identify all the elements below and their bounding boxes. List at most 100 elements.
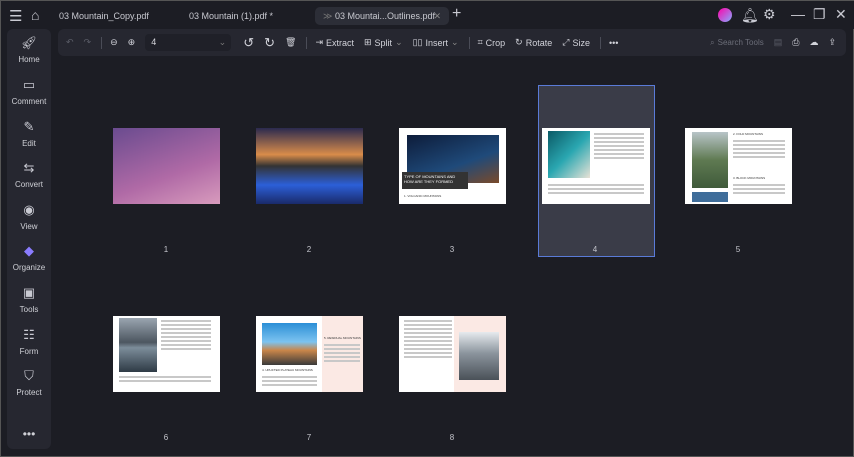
avatar[interactable] <box>718 8 732 22</box>
page-image <box>459 332 499 380</box>
sidebar-item-comment[interactable]: ▭ Comment <box>7 77 51 106</box>
page-subheading: 4. UPLIFTED PLATEAU MOUNTAINS <box>262 368 313 372</box>
rotate-label: Rotate <box>525 37 553 48</box>
extract-label: Extract <box>325 37 354 48</box>
sidebar-item-view[interactable]: ◉ View <box>7 202 51 231</box>
crop-button[interactable]: ⌗ Crop <box>478 37 506 48</box>
sidebar-item-protect[interactable]: ⛉ Protect <box>7 368 51 397</box>
more-icon[interactable]: ••• <box>7 427 51 441</box>
split-label: Split <box>374 37 393 48</box>
sidebar-item-organize[interactable]: ◆ Organize <box>7 243 51 272</box>
size-button[interactable]: ⤢ Size <box>562 37 590 48</box>
page-thumbnail-8[interactable] <box>399 316 506 392</box>
page-heading: TYPE OF MOUNTAINS AND HOW ARE THEY FORME… <box>402 172 468 189</box>
rotate-left-icon[interactable]: ↺ <box>243 35 254 51</box>
gear-icon[interactable]: ⚙ <box>763 6 776 23</box>
extract-icon: ⇥ <box>315 37 323 47</box>
sidebar-item-edit[interactable]: ✎ Edit <box>7 119 51 148</box>
title-bar: ☰ ⌂ 03 Mountain_Copy.pdf 03 Mountain (1)… <box>1 1 854 29</box>
chevron-down-icon: ⌄ <box>218 37 227 47</box>
rotate-button[interactable]: ↻ Rotate <box>515 37 552 48</box>
cloud-upload-icon[interactable]: ☁ <box>809 37 818 48</box>
page-thumbnail-1[interactable] <box>113 128 220 204</box>
page-number-label: 2 <box>306 245 312 254</box>
page-number-input[interactable]: 4 ⌄ <box>145 34 232 51</box>
split-button[interactable]: ⊞ Split ⌄ <box>364 37 403 48</box>
page-heading: 2. FOLD MOUNTAINS <box>733 132 763 136</box>
zoom-out-icon[interactable]: ⊖ <box>110 37 118 48</box>
page-image <box>548 131 590 178</box>
page-number-label: 6 <box>163 433 169 442</box>
page-image <box>692 132 728 188</box>
form-icon: ☷ <box>23 327 35 342</box>
crop-icon: ⌗ <box>477 37 483 47</box>
extract-button[interactable]: ⇥ Extract <box>315 37 354 48</box>
tab-mountain-1[interactable]: 03 Mountain (1).pdf * <box>181 7 281 25</box>
toolbox-icon: ▣ <box>22 285 36 300</box>
share-icon[interactable]: ⇪ <box>828 37 836 48</box>
search-icon: ⌕ <box>710 37 715 47</box>
page-number-label: 8 <box>449 433 455 442</box>
home-icon[interactable]: ⌂ <box>31 7 39 23</box>
sidebar-item-label: Home <box>18 55 40 64</box>
sidebar-item-form[interactable]: ☷ Form <box>7 327 51 356</box>
page-thumbnail-6[interactable] <box>113 316 220 392</box>
sidebar-item-label: Comment <box>11 97 47 106</box>
insert-icon: ▯▯ <box>412 37 423 47</box>
rocket-icon: 🚀︎ <box>20 35 38 50</box>
sidebar-item-convert[interactable]: ⇆ Convert <box>7 160 51 189</box>
bell-icon[interactable]: 🔔︎ <box>741 7 759 24</box>
search-tools-input[interactable]: ⌕ Search Tools <box>710 38 764 48</box>
sidebar-item-home[interactable]: 🚀︎ Home <box>7 35 51 64</box>
sidebar-item-label: Form <box>19 347 39 356</box>
restore-icon[interactable]: ❐ <box>813 6 826 23</box>
page-subheading: 1. VOLCANIC MOUNTAINS <box>404 194 442 198</box>
page-number-label: 3 <box>449 245 455 254</box>
insert-button[interactable]: ▯▯ Insert ⌄ <box>413 37 459 48</box>
close-icon[interactable]: ✕ <box>835 6 847 23</box>
page-number-label: 7 <box>306 433 312 442</box>
page-image <box>692 192 728 202</box>
page-thumbnail-7[interactable]: 5. RESIDUAL MOUNTAINS 4. UPLIFTED PLATEA… <box>256 316 363 392</box>
eye-icon: ◉ <box>23 202 35 217</box>
menu-icon[interactable]: ☰ <box>9 7 22 25</box>
page-image <box>119 318 157 372</box>
page-number-label: 4 <box>592 245 598 254</box>
sidebar-item-tools[interactable]: ▣ Tools <box>7 285 51 314</box>
page-number-label: 5 <box>735 245 741 254</box>
sidebar-item-label: Convert <box>14 180 43 189</box>
delete-icon[interactable]: 🗑︎ <box>285 37 296 48</box>
page-thumbnail-4[interactable] <box>542 128 650 204</box>
minimize-icon[interactable]: — <box>791 6 805 22</box>
sidebar-item-label: View <box>20 222 38 231</box>
sidebar: 🚀︎ Home ▭ Comment ✎ Edit ⇆ Convert ◉ View ◆ Or… <box>7 29 51 449</box>
search-placeholder: Search Tools <box>717 38 764 47</box>
sidebar-item-label: Protect <box>16 388 42 397</box>
redo-icon[interactable]: ↷ <box>84 37 92 48</box>
edit-icon: ✎ <box>23 119 35 134</box>
page-number-value: 4 <box>151 37 157 47</box>
page-thumbnail-5[interactable]: 2. FOLD MOUNTAINS 3. BLOCK MOUNTAINS <box>685 128 792 204</box>
page-thumbnail-2[interactable] <box>256 128 363 204</box>
toolbar: ↶ ↷ ⊖ ⊕ 4 ⌄ ↺ ↻ 🗑︎ ⇥ Extract ⊞ Split ⌄ ▯▯ Ins… <box>58 29 846 56</box>
page-thumbnail-3[interactable]: TYPE OF MOUNTAINS AND HOW ARE THEY FORME… <box>399 128 506 204</box>
page-heading: 5. RESIDUAL MOUNTAINS <box>324 336 361 340</box>
tab-mountain-outlines[interactable]: ≫ 03 Mountai...Outlines.pdf ✕ <box>315 7 449 25</box>
more-options-icon[interactable]: ••• <box>609 38 618 48</box>
undo-icon[interactable]: ↶ <box>66 37 74 48</box>
rotate-right-icon[interactable]: ↻ <box>264 35 275 51</box>
split-icon: ⊞ <box>364 37 372 47</box>
page-number-label: 1 <box>163 245 169 254</box>
save-icon[interactable]: ▤ <box>774 37 783 48</box>
close-tab-icon[interactable]: ✕ <box>433 7 441 25</box>
tab-mountain-copy[interactable]: 03 Mountain_Copy.pdf <box>51 7 157 25</box>
crop-label: Crop <box>485 37 506 48</box>
tab-label: 03 Mountai...Outlines.pdf <box>334 11 435 21</box>
print-icon[interactable]: ⎙ <box>792 37 799 48</box>
convert-icon: ⇆ <box>23 160 35 175</box>
insert-label: Insert <box>425 37 449 48</box>
zoom-in-icon[interactable]: ⊕ <box>128 37 136 48</box>
organize-icon: ◆ <box>24 243 34 258</box>
new-tab-icon[interactable]: + <box>452 5 461 23</box>
sidebar-item-label: Edit <box>22 139 36 148</box>
